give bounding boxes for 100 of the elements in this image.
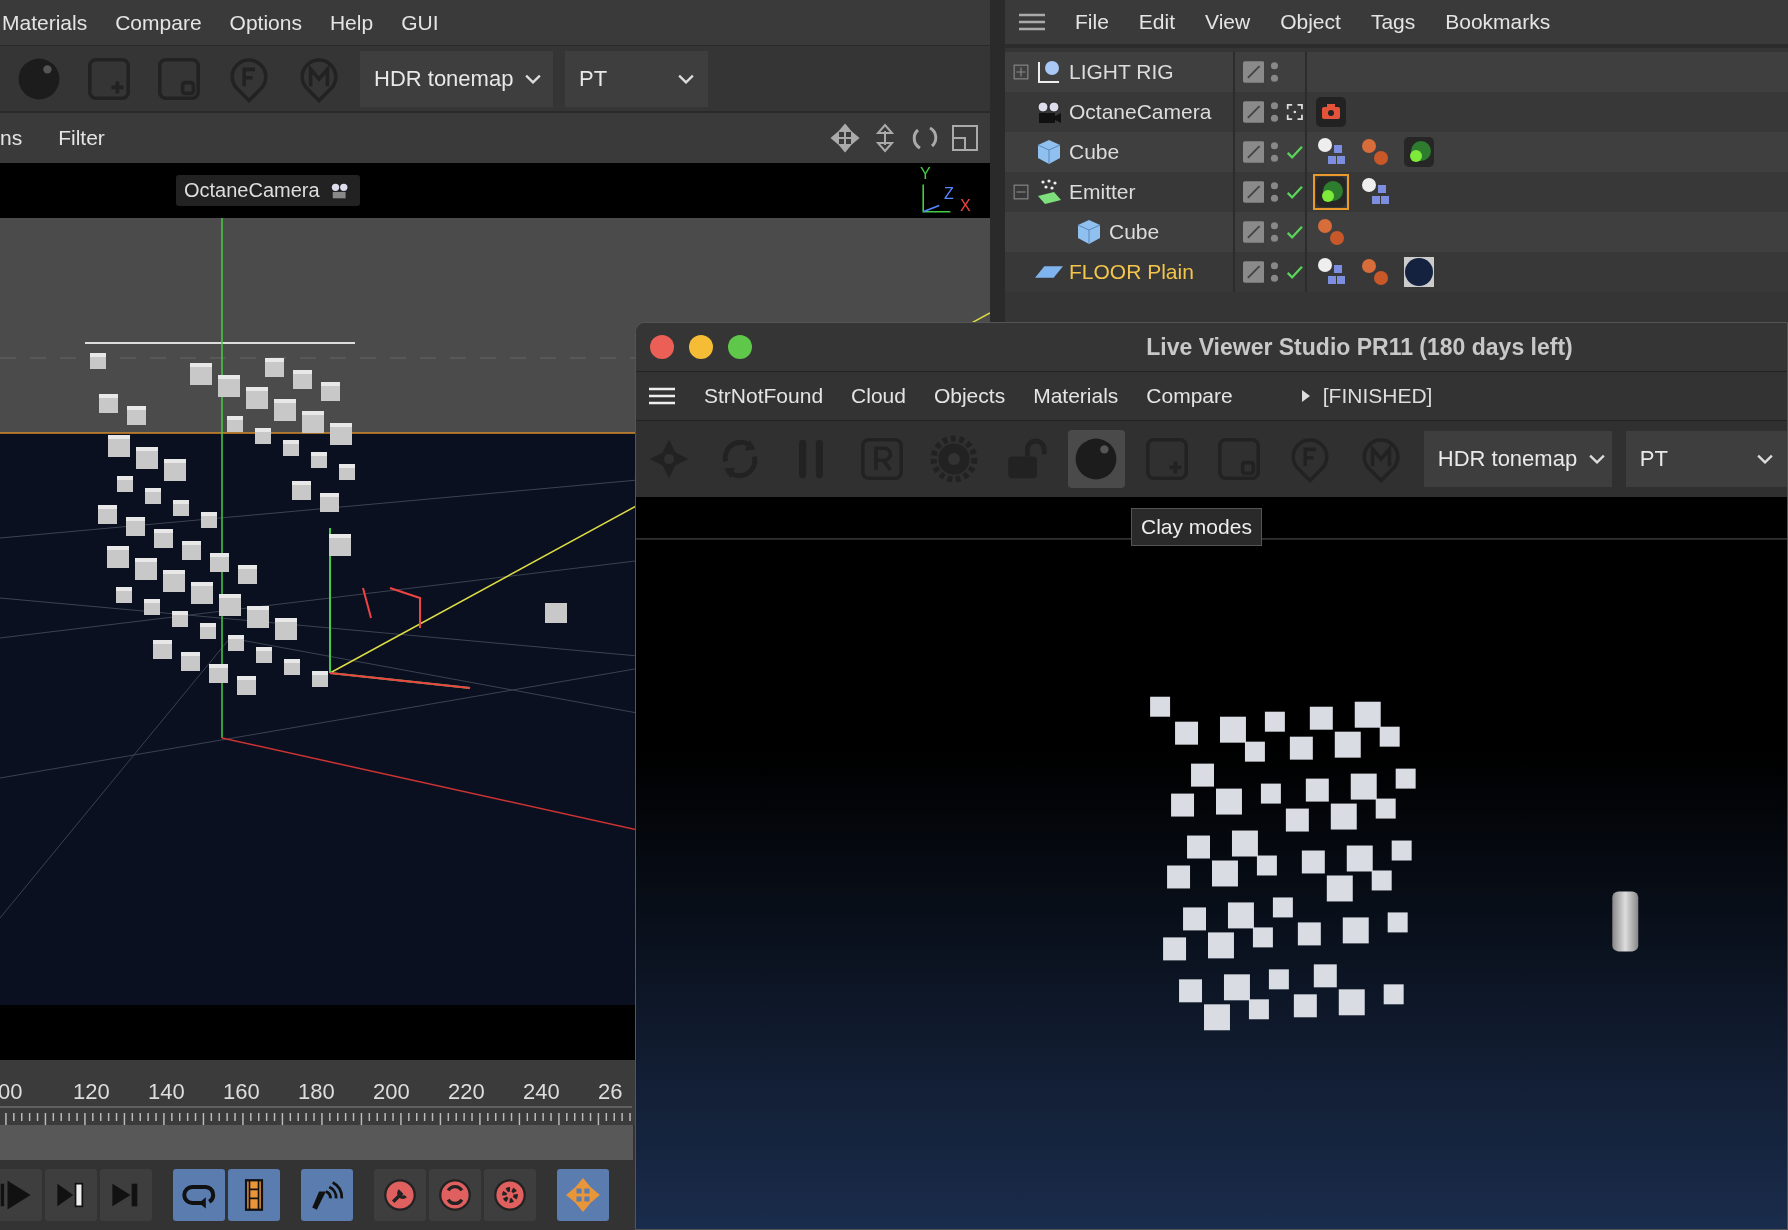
menu-icon[interactable]: [1019, 12, 1045, 32]
object-name[interactable]: Cube: [1109, 220, 1160, 244]
menu-item[interactable]: StrNotFound: [704, 384, 824, 408]
dropdown[interactable]: HDR tonemap: [1423, 431, 1612, 487]
menu-item[interactable]: Edit: [1138, 10, 1176, 34]
menu-item[interactable]: Objects: [933, 384, 1006, 408]
menu-item[interactable]: Bookmarks: [1445, 10, 1551, 34]
camera-name: OctaneCamera: [184, 179, 320, 202]
move-icon[interactable]: [830, 123, 860, 153]
menu-item[interactable]: Materials: [2, 10, 88, 35]
timeline-ruler[interactable]: [0, 1105, 632, 1125]
cube-shape: [154, 529, 173, 548]
camera-icon: [1035, 98, 1063, 126]
cube-shape: [1371, 870, 1392, 891]
cube-shape: [135, 558, 157, 580]
cube-shape: [545, 603, 567, 623]
cube-shape: [136, 447, 158, 469]
expand-toggle-icon[interactable]: [1013, 184, 1029, 200]
cube-shape: [173, 500, 189, 516]
cube-shape: [1297, 922, 1321, 946]
visibility-dots-icon[interactable]: [1270, 259, 1280, 285]
cube-shape: [1293, 994, 1317, 1018]
object-name[interactable]: Emitter: [1069, 180, 1136, 204]
dropdown[interactable]: PT: [1625, 431, 1787, 487]
visibility-dots-icon[interactable]: [1270, 99, 1280, 125]
timeline-track[interactable]: [0, 1125, 633, 1160]
cube-shape: [181, 652, 200, 671]
menu-item[interactable]: Compare: [1146, 384, 1233, 408]
tag[interactable]: [1313, 174, 1349, 210]
frame-label: 160: [223, 1079, 261, 1105]
cube-shape: [200, 623, 216, 639]
move-icon: [566, 1178, 600, 1212]
object-name[interactable]: FLOOR Plain: [1069, 260, 1194, 284]
chevron-icon: [525, 73, 542, 84]
axis-label: Z: [944, 185, 954, 203]
tag[interactable]: [1401, 254, 1437, 290]
maximize-icon[interactable]: [728, 335, 752, 359]
play-icon[interactable]: [1300, 389, 1311, 403]
edit-toggle-icon[interactable]: [1243, 60, 1265, 84]
menu-item[interactable]: Cloud: [851, 384, 906, 408]
visibility-dots-icon[interactable]: [1270, 139, 1280, 165]
cube-shape: [1338, 989, 1365, 1016]
menu-item[interactable]: Help: [329, 10, 374, 35]
cube-shape: [210, 553, 229, 572]
close-icon[interactable]: [650, 335, 674, 359]
cube-shape: [163, 570, 185, 592]
cube-shape: [108, 435, 130, 457]
menu-item[interactable]: Tags: [1370, 10, 1416, 34]
visibility-dots-icon[interactable]: [1270, 219, 1280, 245]
minimize-icon[interactable]: [689, 335, 713, 359]
cube-shape: [99, 394, 118, 413]
texture-tag-icon: [1316, 217, 1346, 247]
menu-item[interactable]: View: [1205, 10, 1251, 34]
focus-frame-icon[interactable]: [1285, 101, 1305, 123]
light-tag-icon: [1316, 177, 1346, 207]
cube-shape: [1326, 875, 1353, 902]
toolbar-button[interactable]: [1067, 430, 1125, 488]
object-name[interactable]: Cube: [1069, 140, 1120, 164]
cube-shape: [1268, 969, 1289, 990]
tag[interactable]: [1313, 94, 1349, 130]
transport-button[interactable]: [228, 1169, 280, 1221]
dropdown[interactable]: HDR tonemap: [360, 50, 553, 107]
cube-shape: [1224, 974, 1250, 1001]
render-status: [FINISHED]: [1322, 384, 1433, 408]
visibility-dots-icon[interactable]: [1270, 59, 1280, 85]
frame-label: 200: [373, 1079, 411, 1105]
menu-item[interactable]: ns: [0, 126, 23, 150]
cube-shape: [1183, 907, 1206, 931]
edit-toggle-icon[interactable]: [1243, 260, 1265, 284]
menu-item[interactable]: Filter: [58, 126, 105, 150]
dropdown[interactable]: PT: [565, 50, 708, 107]
frame-label: 240: [523, 1079, 561, 1105]
cube-shape: [107, 546, 129, 568]
tag[interactable]: [1401, 134, 1437, 170]
frame-label: 26: [598, 1079, 624, 1105]
edit-toggle-icon[interactable]: [1243, 140, 1265, 164]
cube-shape: [1150, 696, 1171, 717]
menu-item[interactable]: GUI: [401, 10, 439, 35]
edit-toggle-icon[interactable]: [1243, 180, 1265, 204]
menu-item[interactable]: File: [1075, 10, 1109, 34]
settings-icon: [493, 1178, 527, 1212]
menu-item[interactable]: Object: [1280, 10, 1341, 34]
cube-shape: [1227, 902, 1254, 929]
cube-shape: [172, 611, 188, 627]
object-name[interactable]: OctaneCamera: [1069, 100, 1212, 124]
frame-label: 180: [298, 1079, 336, 1105]
menu-item[interactable]: Materials: [1033, 384, 1119, 408]
visibility-dots-icon[interactable]: [1270, 179, 1280, 205]
edit-toggle-icon[interactable]: [1243, 100, 1265, 124]
menu-item[interactable]: Options: [229, 10, 302, 35]
edit-toggle-icon[interactable]: [1243, 220, 1265, 244]
cube-shape: [227, 416, 243, 432]
cube-shape: [1342, 917, 1369, 944]
light-tag-icon: [1404, 137, 1434, 167]
object-name[interactable]: LIGHT RIG: [1069, 60, 1174, 84]
transport-button[interactable]: [45, 1169, 97, 1221]
menu-item[interactable]: Compare: [115, 10, 202, 35]
expand-toggle-icon[interactable]: [1013, 64, 1029, 80]
cube-shape: [190, 363, 212, 385]
maximize-icon[interactable]: [950, 123, 980, 153]
